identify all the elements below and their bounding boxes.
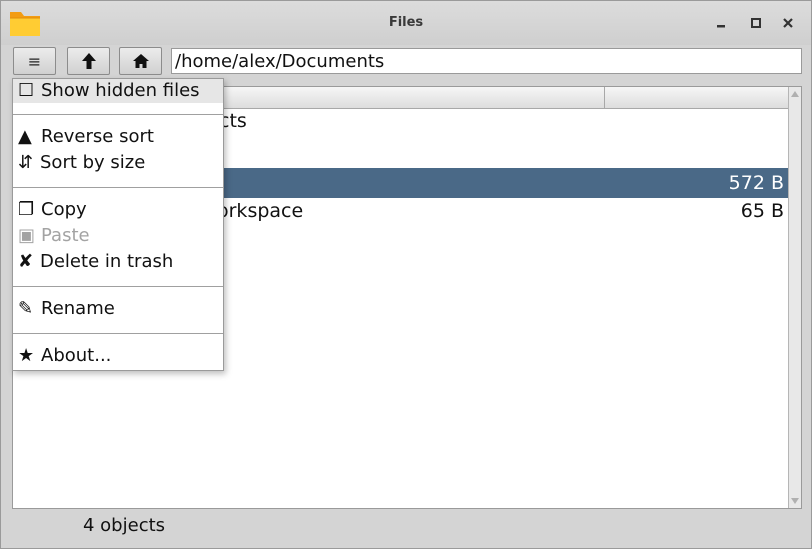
hamburger-icon: ≡ xyxy=(27,51,42,71)
menu-item-about[interactable]: ★ About... xyxy=(13,344,223,368)
menu-item-label: Delete in trash xyxy=(40,251,174,272)
minimize-button[interactable] xyxy=(710,13,732,33)
menu-item-label: Copy xyxy=(41,199,87,220)
maximize-icon xyxy=(751,18,761,28)
menu-item-reverse-sort[interactable]: ▲ Reverse sort xyxy=(13,125,223,149)
menu-item-label: Sort by size xyxy=(40,152,146,173)
file-manager-window: Files ≡ /home/alex/Documents cts 572 B o… xyxy=(0,0,812,549)
menu-item-label: About... xyxy=(41,345,112,366)
home-icon xyxy=(132,54,149,68)
paste-icon: ▣ xyxy=(18,225,36,246)
menu-separator xyxy=(13,333,223,334)
path-input[interactable] xyxy=(171,48,802,74)
close-icon xyxy=(783,18,793,28)
triangle-up-icon: ▲ xyxy=(18,126,32,147)
window-title: Files xyxy=(388,15,424,30)
minimize-icon xyxy=(717,25,725,28)
sort-arrows-icon: ⇵ xyxy=(18,152,34,173)
file-size: 572 B xyxy=(728,172,784,194)
star-icon: ★ xyxy=(18,345,35,366)
cross-icon: ✘ xyxy=(18,251,34,272)
menu-button[interactable]: ≡ xyxy=(13,47,56,75)
arrow-up-icon xyxy=(81,53,96,69)
menu-item-sort-by-size[interactable]: ⇵ Sort by size xyxy=(13,151,223,175)
menu-item-label: Paste xyxy=(41,225,90,246)
menu-item-label: Show hidden files xyxy=(41,80,200,101)
menu-item-delete-in-trash[interactable]: ✘ Delete in trash xyxy=(13,250,223,274)
options-menu: ☐ Show hidden files ▲ Reverse sort ⇵ Sor… xyxy=(12,78,224,371)
scroll-up-icon[interactable] xyxy=(789,88,801,100)
close-button[interactable] xyxy=(777,13,799,33)
home-button[interactable] xyxy=(119,47,162,75)
menu-separator xyxy=(13,187,223,188)
up-directory-button[interactable] xyxy=(67,47,110,75)
menu-item-label: Reverse sort xyxy=(41,126,154,147)
menu-separator xyxy=(13,114,223,115)
menu-item-show-hidden-files[interactable]: ☐ Show hidden files xyxy=(13,79,223,103)
status-text: 4 objects xyxy=(83,515,166,536)
file-name: orkspace xyxy=(217,200,304,222)
file-size: 65 B xyxy=(740,200,784,222)
scroll-down-icon[interactable] xyxy=(789,495,801,507)
menu-item-rename[interactable]: ✎ Rename xyxy=(13,297,223,321)
maximize-button[interactable] xyxy=(745,13,767,33)
menu-item-paste[interactable]: ▣ Paste xyxy=(13,224,223,248)
copy-icon: ❐ xyxy=(18,199,35,220)
menu-item-copy[interactable]: ❐ Copy xyxy=(13,198,223,222)
pencil-icon: ✎ xyxy=(18,298,34,319)
menu-separator xyxy=(13,286,223,287)
title-bar[interactable]: Files xyxy=(1,1,811,45)
vertical-scrollbar[interactable] xyxy=(788,87,801,508)
checkbox-icon: ☐ xyxy=(18,80,35,101)
menu-item-label: Rename xyxy=(41,298,115,319)
